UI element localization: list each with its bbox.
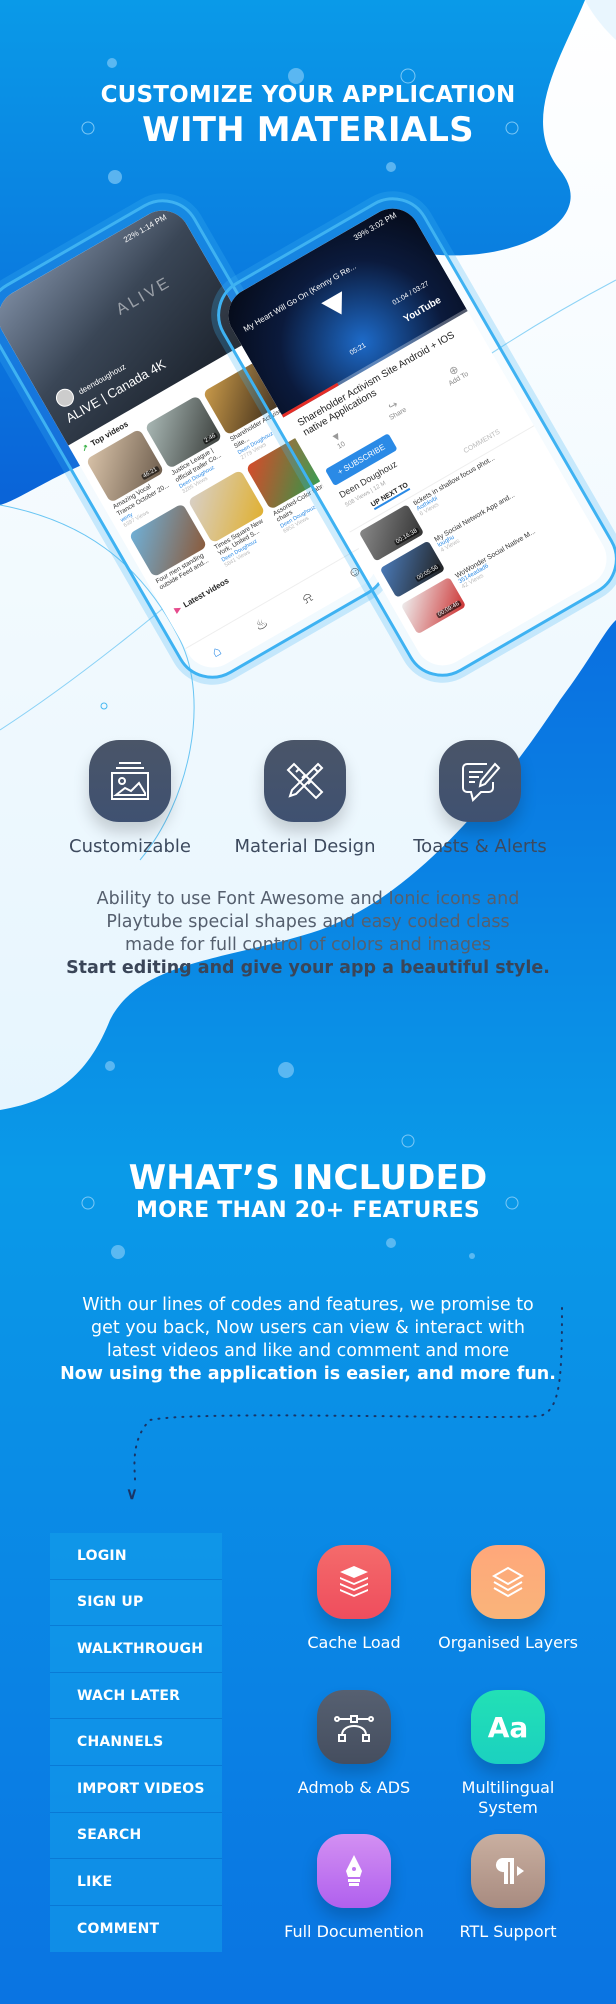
section1-title-line1: CUSTOMIZE YOUR APPLICATION xyxy=(100,82,516,108)
feature-label: Organised Layers xyxy=(438,1633,578,1652)
section2-title-line1: WHAT’S INCLUDED xyxy=(128,1158,488,1198)
aa-glyph: Aa xyxy=(487,1710,529,1744)
feature-multilingual: Aa Multilingual System xyxy=(433,1690,583,1818)
feature-full-documentation: Full Documention xyxy=(279,1834,429,1942)
hero-watermark: ALIVE xyxy=(113,273,175,319)
feature-label: Full Documention xyxy=(284,1922,424,1941)
feature-label: Admob & ADS xyxy=(297,1778,411,1797)
section1-title-line2: WITH MATERIALS xyxy=(142,110,474,150)
section1-description: Ability to use Font Awesome and Ionic ic… xyxy=(40,888,576,980)
image-gallery-icon xyxy=(89,740,171,822)
feature-list-item: WACH LATER xyxy=(50,1673,222,1720)
outline-layers-icon xyxy=(471,1545,545,1619)
home-icon[interactable]: ⌂ xyxy=(208,642,223,660)
trending-icon: ↗ xyxy=(79,442,91,454)
share-button[interactable]: ↪ Share xyxy=(382,395,408,421)
description-line: get you back, Now users can view & inter… xyxy=(91,1318,525,1338)
description-line: made for full control of colors and imag… xyxy=(125,935,491,955)
feature-list-item: CHANNELS xyxy=(50,1719,222,1766)
rtl-paragraph-icon xyxy=(471,1834,545,1908)
feature-list-item: SEARCH xyxy=(50,1813,222,1860)
feature-label: Toasts & Alerts xyxy=(413,836,547,857)
play-icon[interactable] xyxy=(321,291,352,321)
trending-flame-icon[interactable]: ♨ xyxy=(252,614,271,635)
description-line: Ability to use Font Awesome and Ionic ic… xyxy=(96,889,520,909)
feature-rtl-support: RTL Support xyxy=(433,1834,583,1942)
pencil-ruler-icon xyxy=(264,740,346,822)
feature-customizable: Customizable xyxy=(60,740,200,857)
player-time-elapsed: 05:21 xyxy=(348,342,368,357)
chat-edit-icon xyxy=(439,740,521,822)
youtube-logo: YouTube xyxy=(401,294,444,326)
feature-label: Multilingual System xyxy=(461,1778,555,1817)
dislike-button[interactable]: ▼ 10 xyxy=(329,429,348,452)
description-line: With our lines of codes and features, we… xyxy=(82,1295,534,1315)
feature-list-item: LIKE xyxy=(50,1859,222,1906)
section2-title-line2: MORE THAN 20+ FEATURES xyxy=(136,1198,480,1223)
text-aa-icon: Aa xyxy=(471,1690,545,1764)
feature-toasts-alerts: Toasts & Alerts xyxy=(400,740,560,857)
feature-list-item: IMPORT VIDEOS xyxy=(50,1766,222,1813)
feature-label: Customizable xyxy=(69,836,191,857)
stacked-layers-icon xyxy=(317,1545,391,1619)
status-bar: 39% 3:02 PM xyxy=(352,210,399,243)
feature-label: Material Design xyxy=(234,836,376,857)
feature-list-item: SIGN UP xyxy=(50,1580,222,1627)
video-duration: 00:09:46 xyxy=(435,600,463,619)
description-bold-line: Now using the application is easier, and… xyxy=(60,1364,556,1384)
feature-cache-load: Cache Load xyxy=(279,1545,429,1653)
description-line: latest videos and like and comment and m… xyxy=(106,1341,510,1361)
feature-label: RTL Support xyxy=(459,1922,557,1941)
description-line: Playtube special shapes and easy coded c… xyxy=(106,912,510,932)
feature-label: Cache Load xyxy=(307,1633,401,1652)
feature-organised-layers: Organised Layers xyxy=(433,1545,583,1653)
description-bold-line: Start editing and give your app a beauti… xyxy=(66,958,550,978)
feature-list-item: COMMENT xyxy=(77,1921,160,1938)
dislike-count: 10 xyxy=(336,440,347,451)
bezier-curve-icon xyxy=(317,1690,391,1764)
feature-material-design: Material Design xyxy=(225,740,385,857)
feature-list-item: WALKTHROUGH xyxy=(50,1626,222,1673)
pen-nib-icon xyxy=(317,1834,391,1908)
chevron-down-icon: ∨ xyxy=(126,1486,138,1503)
bell-icon[interactable]: ⍾ xyxy=(299,588,316,607)
feature-list: LOGIN SIGN UP WALKTHROUGH WACH LATER CHA… xyxy=(50,1533,222,1953)
status-bar: 22% 1:14 PM xyxy=(122,212,169,245)
section2-description: With our lines of codes and features, we… xyxy=(40,1294,576,1386)
add-to-button[interactable]: ⊕ Add To xyxy=(441,359,470,387)
feature-admob-ads: Admob & ADS xyxy=(279,1690,429,1798)
feature-list-item: LOGIN xyxy=(50,1533,222,1580)
video-camera-icon: ▶ xyxy=(173,603,183,615)
